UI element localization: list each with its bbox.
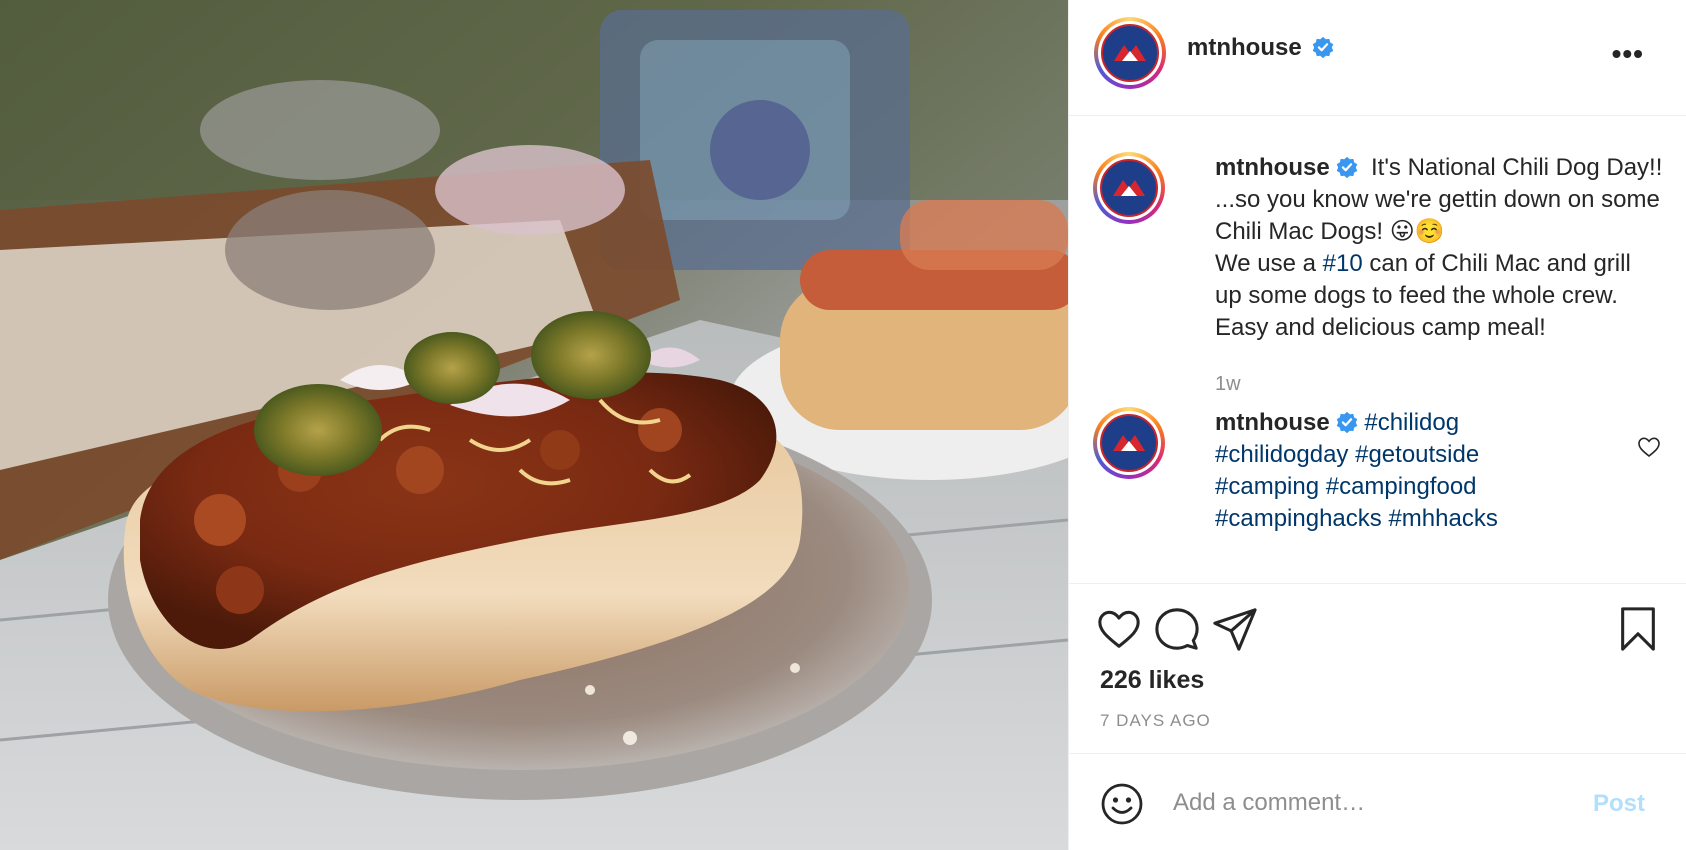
hashtag-link[interactable]: #mhhacks bbox=[1388, 505, 1497, 532]
avatar[interactable] bbox=[1093, 407, 1165, 479]
add-comment-bar: Post bbox=[1069, 753, 1686, 850]
caption-time[interactable]: 1w bbox=[1215, 368, 1663, 400]
paper-plane-icon[interactable] bbox=[1212, 606, 1258, 652]
caption-comment: mtnhouse It's National Chili Dog Day!! .… bbox=[1093, 152, 1663, 395]
emoji-icon[interactable] bbox=[1100, 782, 1144, 826]
like-count[interactable]: 226 likes bbox=[1100, 666, 1204, 695]
post-actions: 226 likes 7 DAYS AGO bbox=[1069, 583, 1686, 753]
caption-text: It's National Chili Dog Day!! ...so you … bbox=[1215, 154, 1663, 341]
verified-badge-icon bbox=[1336, 156, 1357, 178]
comment-input[interactable] bbox=[1173, 780, 1553, 826]
post-date[interactable]: 7 DAYS AGO bbox=[1100, 711, 1211, 731]
hashtag-link[interactable]: #getoutside bbox=[1355, 441, 1479, 468]
caption-body: mtnhouse It's National Chili Dog Day!! .… bbox=[1215, 152, 1663, 400]
avatar[interactable] bbox=[1093, 152, 1165, 224]
mountain-house-logo-icon bbox=[1100, 159, 1158, 217]
verified-badge-icon bbox=[1336, 411, 1357, 433]
comments-list: mtnhouse It's National Chili Dog Day!! .… bbox=[1069, 117, 1686, 583]
hashtag-comment-body: mtnhouse #chilidog #chilidogday #getouts… bbox=[1215, 407, 1615, 535]
like-comment-heart-icon[interactable] bbox=[1637, 435, 1661, 459]
avatar[interactable] bbox=[1094, 17, 1166, 89]
post-button[interactable]: Post bbox=[1593, 790, 1645, 818]
hashtag-comment: mtnhouse #chilidog #chilidogday #getouts… bbox=[1093, 407, 1663, 547]
mountain-house-logo-icon bbox=[1100, 414, 1158, 472]
header-username[interactable]: mtnhouse bbox=[1187, 34, 1302, 61]
hashtag-link[interactable]: #chilidog bbox=[1364, 409, 1459, 436]
bookmark-icon[interactable] bbox=[1615, 606, 1661, 652]
chili-dog-photo bbox=[0, 0, 1068, 850]
heart-icon[interactable] bbox=[1096, 606, 1142, 652]
caption-username[interactable]: mtnhouse bbox=[1215, 154, 1330, 181]
mountain-house-logo-icon bbox=[1101, 24, 1159, 82]
post-header: mtnhouse ••• bbox=[1069, 0, 1686, 116]
hashtag-link[interactable]: #chilidogday bbox=[1215, 441, 1348, 468]
comment-icon[interactable] bbox=[1154, 606, 1200, 652]
post-sidebar: mtnhouse ••• mtnhouse It's National Chil… bbox=[1068, 0, 1686, 850]
comment-username[interactable]: mtnhouse bbox=[1215, 409, 1330, 436]
hashtag-link[interactable]: #10 bbox=[1323, 250, 1363, 277]
more-options-button[interactable]: ••• bbox=[1612, 38, 1644, 70]
post-photo bbox=[0, 0, 1068, 850]
verified-badge-icon bbox=[1312, 36, 1334, 58]
hashtag-link[interactable]: #campinghacks bbox=[1215, 505, 1382, 532]
hashtag-link[interactable]: #camping bbox=[1215, 473, 1319, 500]
hashtag-link[interactable]: #campingfood bbox=[1326, 473, 1477, 500]
